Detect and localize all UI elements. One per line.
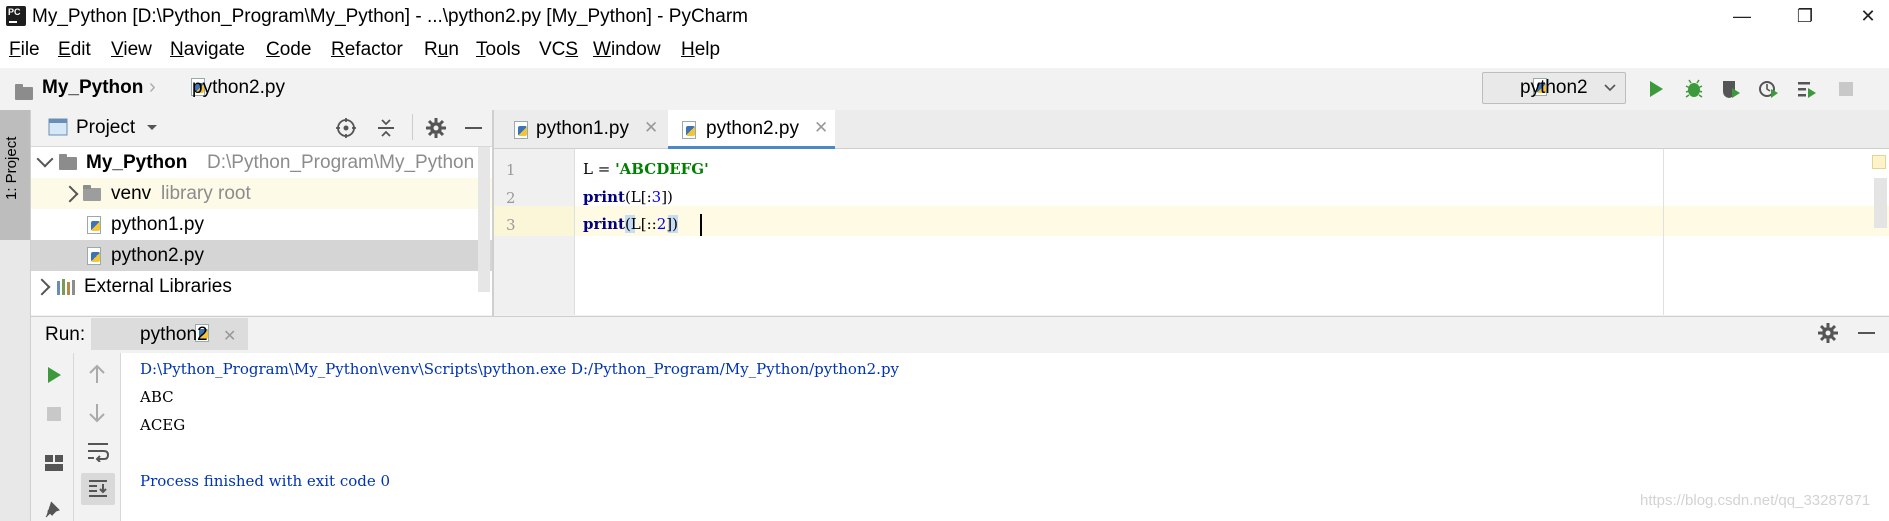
stripe-project-label: 1: Project — [3, 136, 20, 200]
collapsed-arrow-icon[interactable] — [33, 278, 51, 296]
folder-icon — [59, 154, 77, 170]
menu-navigate[interactable]: Navigate — [170, 39, 245, 61]
folder-icon — [83, 185, 101, 201]
close-window-button[interactable]: ✕ — [1848, 2, 1888, 30]
editor-scrollbar[interactable] — [1874, 178, 1887, 228]
line-number: 3 — [506, 216, 516, 234]
chevron-down-icon — [1604, 84, 1616, 92]
gear-icon[interactable] — [425, 117, 447, 139]
run-tab-label: python2 — [140, 324, 208, 345]
collapse-all-icon[interactable] — [375, 117, 397, 139]
right-margin-guide — [1663, 149, 1664, 315]
code-line-3: print(L[::2]) — [583, 215, 678, 233]
tree-item-label: My_Python — [86, 152, 188, 173]
run-config-name: python2 — [1520, 77, 1588, 98]
restore-button[interactable]: ❐ — [1785, 2, 1825, 30]
line-number: 1 — [506, 161, 516, 179]
project-tree: My_Python D:\Python_Program\My_Python ve… — [31, 147, 492, 315]
console-output[interactable] — [121, 353, 1889, 521]
code-line-1: L = 'ABCDEFG' — [583, 160, 709, 178]
close-run-tab-icon[interactable]: ✕ — [223, 326, 236, 346]
restore-layout-icon[interactable] — [43, 452, 65, 474]
menu-file[interactable]: File — [9, 39, 40, 61]
hide-panel-icon[interactable] — [465, 127, 482, 129]
minimize-button[interactable]: — — [1722, 2, 1762, 30]
menu-tools[interactable]: Tools — [476, 39, 520, 61]
project-panel-title[interactable]: Project — [76, 117, 135, 139]
run-panel-header — [31, 316, 1889, 354]
run-settings-gear-icon[interactable] — [1817, 322, 1839, 344]
inspection-status-icon[interactable] — [1872, 155, 1886, 169]
line-number: 2 — [506, 189, 516, 207]
menu-vcs[interactable]: VCS — [539, 39, 578, 61]
tree-item-venv[interactable]: venv library root — [31, 178, 492, 209]
watermark: https://blog.csdn.net/qq_33287871 — [1640, 492, 1871, 509]
debug-bug-icon[interactable] — [1683, 78, 1705, 100]
soft-wrap-icon[interactable] — [86, 440, 110, 462]
tree-item-label: venv — [111, 183, 152, 204]
menu-refactor[interactable]: Refactor — [331, 39, 403, 61]
run-icon[interactable] — [1645, 78, 1667, 100]
breadcrumb-file[interactable]: python2.py — [192, 77, 285, 99]
menu-edit[interactable]: Edit — [58, 39, 91, 61]
text-cursor — [700, 214, 702, 236]
folder-icon — [15, 84, 33, 100]
tab-python2[interactable]: python2.py ✕ — [668, 110, 835, 149]
tab-label: python2.py — [706, 118, 799, 139]
console-line: ABC — [140, 388, 174, 406]
python-file-icon — [514, 121, 528, 139]
project-view-dropdown-icon[interactable] — [146, 124, 158, 132]
locate-target-icon[interactable] — [335, 117, 357, 139]
stop-icon[interactable] — [1835, 78, 1857, 100]
close-tab-icon[interactable]: ✕ — [644, 118, 658, 138]
project-view-icon — [48, 118, 68, 136]
profile-icon[interactable] — [1758, 78, 1780, 100]
rerun-icon[interactable] — [43, 364, 65, 386]
menu-code[interactable]: Code — [266, 39, 311, 61]
menu-run[interactable]: Run — [424, 39, 459, 61]
tree-item-external-libraries[interactable]: External Libraries — [31, 271, 492, 302]
tree-item-label: python1.py — [111, 214, 204, 235]
console-line: ACEG — [140, 416, 186, 434]
tree-item-python1[interactable]: python1.py — [31, 209, 492, 240]
menu-view[interactable]: View — [111, 39, 152, 61]
close-tab-icon[interactable]: ✕ — [814, 118, 828, 138]
stop-process-icon[interactable] — [43, 403, 65, 425]
console-line-exit: Process finished with exit code 0 — [140, 472, 391, 490]
run-panel-label: Run: — [45, 324, 86, 345]
tab-label: python1.py — [536, 118, 629, 139]
window-title: My_Python [D:\Python_Program\My_Python] … — [32, 6, 748, 27]
console-line-command: D:\Python_Program\My_Python\venv\Scripts… — [140, 360, 900, 378]
code-line-2: print(L[:3]) — [583, 188, 673, 206]
run-with-coverage-icon[interactable] — [1720, 78, 1742, 100]
pin-icon[interactable] — [43, 500, 65, 520]
menu-help[interactable]: Help — [681, 39, 720, 61]
expanded-arrow-icon[interactable] — [36, 150, 54, 168]
tree-item-label: python2.py — [111, 245, 204, 266]
menu-window[interactable]: Window — [593, 39, 661, 61]
breadcrumb-separator: › — [149, 76, 156, 98]
tree-item-python2[interactable]: python2.py — [31, 240, 492, 271]
tab-python1[interactable]: python1.py ✕ — [504, 110, 666, 148]
scroll-down-arrow-icon[interactable] — [86, 402, 108, 424]
scroll-to-end-icon — [89, 480, 107, 497]
hide-run-panel-icon[interactable] — [1858, 332, 1875, 334]
libraries-icon — [57, 279, 75, 295]
python-file-icon — [87, 216, 101, 234]
python-file-icon — [87, 247, 101, 265]
python-file-icon — [682, 121, 696, 139]
tree-scrollbar[interactable] — [478, 147, 490, 292]
scroll-up-arrow-icon[interactable] — [86, 363, 108, 385]
divider — [412, 114, 413, 140]
breadcrumb-project[interactable]: My_Python — [42, 77, 143, 99]
tree-item-path: D:\Python_Program\My_Python — [207, 152, 475, 173]
run-concurrency-icon[interactable] — [1796, 78, 1818, 100]
tree-item-project-root[interactable]: My_Python D:\Python_Program\My_Python — [31, 147, 492, 178]
tree-item-label: External Libraries — [84, 276, 232, 297]
collapsed-arrow-icon[interactable] — [61, 185, 79, 203]
pycharm-logo-icon: PC — [6, 6, 26, 26]
tree-item-hint: library root — [161, 183, 251, 204]
current-line-highlight — [575, 206, 1889, 236]
